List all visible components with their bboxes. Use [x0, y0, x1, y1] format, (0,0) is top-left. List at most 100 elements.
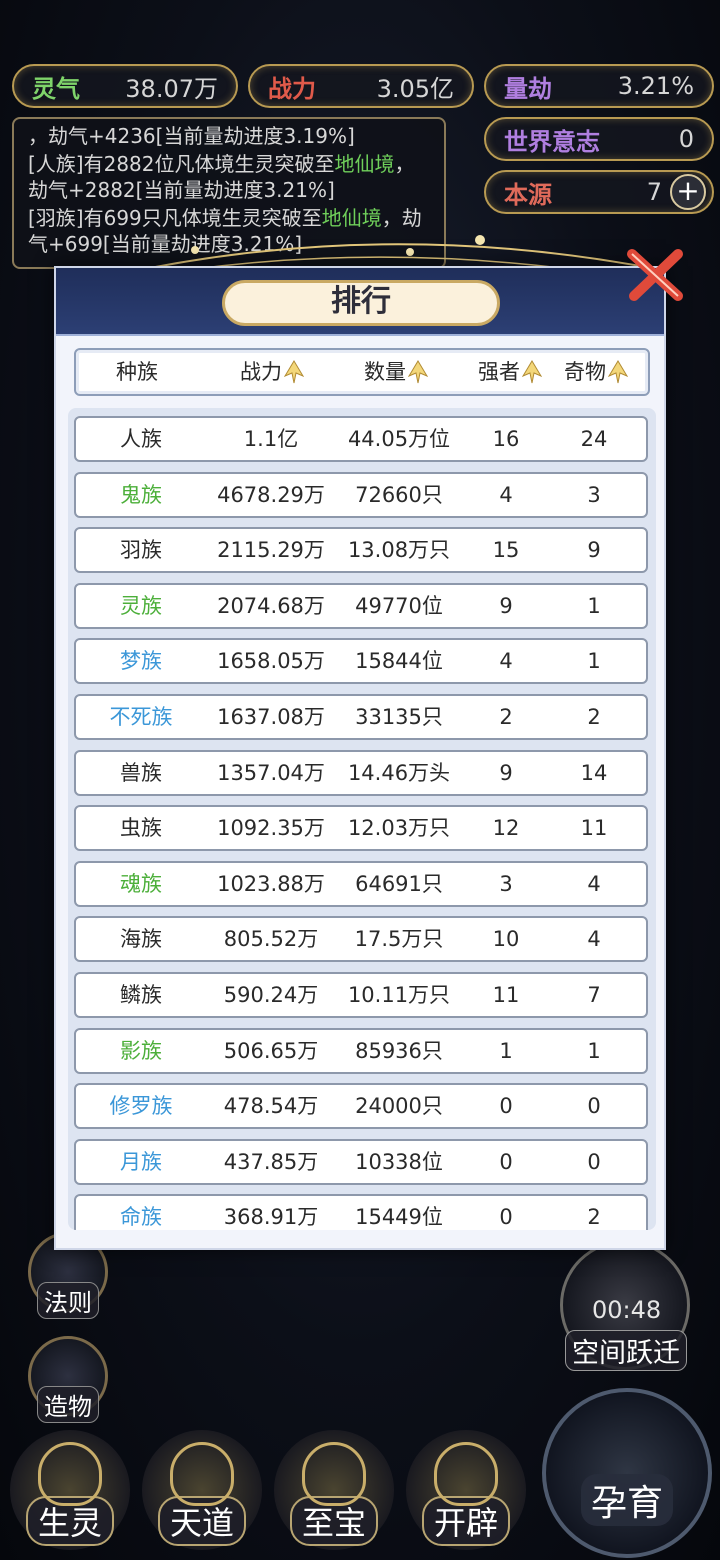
table-row[interactable]: 海族 805.52万 17.5万只 10 4: [74, 916, 648, 963]
close-icon[interactable]: [624, 244, 688, 308]
count-cell: 49770位: [355, 593, 443, 618]
ranking-modal: 排行 种族 战力 数量 强者 奇物 人族 1.1亿 44.05万位 16 24 鬼族 467…: [54, 266, 666, 1250]
items-cell: 0: [587, 1149, 601, 1174]
liangjie-value: 3.21%: [617, 72, 694, 100]
liangjie-label: 量劫: [504, 73, 552, 103]
zhanli-value: 3.05亿: [376, 74, 454, 103]
zhanli-label: 战力: [268, 73, 316, 103]
col-power-header[interactable]: 战力: [240, 350, 304, 394]
zhanli-stat: 战力 3.05亿: [248, 64, 474, 108]
modal-title: 排行: [222, 280, 500, 326]
nav-zhibao[interactable]: 至宝: [274, 1430, 394, 1550]
power-cell: 1658.05万: [217, 649, 325, 674]
col-items-header[interactable]: 奇物: [564, 350, 628, 394]
table-row[interactable]: 人族 1.1亿 44.05万位 16 24: [74, 416, 648, 462]
lingqi-label: 灵气: [32, 73, 80, 103]
power-cell: 1357.04万: [217, 760, 325, 785]
race-cell: 修罗族: [109, 1094, 173, 1119]
flame-icon: [302, 1442, 366, 1506]
log-text: [人族]有2882位凡体境生灵突破至: [28, 152, 335, 176]
items-cell: 1: [587, 649, 601, 674]
zaowu-label: 造物: [37, 1386, 99, 1423]
power-cell: 1637.08万: [217, 705, 325, 729]
items-cell: 4: [587, 927, 601, 952]
count-cell: 15449位: [355, 1205, 443, 1230]
table-row[interactable]: 命族 368.91万 15449位 0 2: [74, 1194, 648, 1230]
strong-cell: 1: [499, 1038, 513, 1063]
strong-cell: 0: [499, 1205, 513, 1230]
zaowu-button[interactable]: 造物: [28, 1336, 108, 1423]
nav-yunyu[interactable]: 孕育: [542, 1388, 712, 1558]
race-cell: 羽族: [120, 538, 162, 563]
race-cell: 虫族: [120, 816, 162, 841]
table-row[interactable]: 灵族 2074.68万 49770位 9 1: [74, 582, 648, 629]
fazhe-label: 法则: [37, 1282, 99, 1319]
arrow-up-icon: [284, 360, 304, 384]
power-cell: 437.85万: [223, 1149, 319, 1174]
table-header: 种族 战力 数量 强者 奇物: [74, 348, 650, 396]
items-cell: 1: [587, 593, 601, 618]
power-cell: 368.91万: [223, 1205, 319, 1230]
race-cell: 不死族: [109, 705, 173, 729]
nav-yunyu-label: 孕育: [580, 1474, 673, 1526]
count-cell: 24000只: [355, 1094, 443, 1119]
table-row[interactable]: 影族 506.65万 85936只 1 1: [74, 1027, 648, 1074]
liangjie-stat[interactable]: 量劫 3.21%: [484, 64, 714, 108]
col-race-label: 种族: [116, 360, 158, 384]
race-cell: 灵族: [120, 593, 162, 618]
space-jump-label: 空间跃迁: [565, 1330, 687, 1371]
nav-tiandao[interactable]: 天道: [142, 1430, 262, 1550]
benyuan-label: 本源: [504, 179, 552, 209]
table-row[interactable]: 月族 437.85万 10338位 0 0: [74, 1138, 648, 1185]
items-cell: 24: [580, 427, 608, 451]
col-items-label: 奇物: [564, 360, 606, 384]
items-cell: 2: [587, 1205, 601, 1230]
col-count-header[interactable]: 数量: [364, 350, 428, 394]
items-cell: 3: [587, 482, 601, 507]
shijie-yizhi-label: 世界意志: [504, 126, 600, 156]
count-cell: 10.11万只: [347, 983, 451, 1007]
power-cell: 1023.88万: [217, 871, 325, 896]
race-cell: 月族: [120, 1149, 162, 1174]
col-strong-header[interactable]: 强者: [478, 350, 542, 394]
arrow-up-icon: [522, 360, 542, 384]
table-body[interactable]: 人族 1.1亿 44.05万位 16 24 鬼族 4678.29万 72660只 4 3 羽族 2 1 1…: [68, 408, 656, 1230]
table-row[interactable]: 鳞族 590.24万 10.11万只 11 7: [74, 972, 648, 1018]
strong-cell: 0: [499, 1149, 513, 1174]
table-row[interactable]: 梦族 1658.05万 15844位 4 1: [74, 638, 648, 685]
items-cell: 0: [587, 1094, 601, 1119]
items-cell: 9: [587, 538, 601, 563]
col-race-header[interactable]: 种族: [116, 350, 158, 394]
count-cell: 13.08万只: [347, 538, 451, 563]
count-cell: 14.46万头: [347, 760, 451, 785]
table-row[interactable]: 修罗族 478.54万 24000只 0 0: [74, 1083, 648, 1130]
table-row[interactable]: 魂族 1023.88万 64691只 3 4: [74, 860, 648, 907]
strong-cell: 15: [492, 538, 520, 563]
log-line: [人族]有2882位凡体境生灵突破至地仙境，劫气+2882[当前量劫进度3.21…: [28, 151, 430, 203]
power-cell: 506.65万: [223, 1038, 319, 1063]
count-cell: 12.03万只: [347, 816, 451, 841]
count-cell: 15844位: [355, 649, 443, 674]
log-text: ，劫气+4236[当前量劫进度3.19%]: [28, 124, 355, 148]
benyuan-stat: 本源 7 +: [484, 170, 714, 214]
table-row[interactable]: 兽族 1357.04万 14.46万头 9 14: [74, 749, 648, 796]
table-row[interactable]: 不死族 1637.08万 33135只 2 2: [74, 694, 648, 740]
race-cell: 梦族: [120, 649, 162, 674]
table-row[interactable]: 虫族 1092.35万 12.03万只 12 11: [74, 805, 648, 852]
lotus-icon: [434, 1442, 498, 1506]
items-cell: 7: [587, 983, 601, 1007]
col-power-label: 战力: [240, 360, 282, 384]
power-cell: 478.54万: [223, 1094, 319, 1119]
race-cell: 兽族: [120, 760, 162, 785]
table-row[interactable]: 鬼族 4678.29万 72660只 4 3: [74, 471, 648, 518]
arrow-up-icon: [608, 360, 628, 384]
space-jump-timer: 00:48: [592, 1296, 662, 1324]
shijie-yizhi-stat[interactable]: 世界意志 0: [484, 117, 714, 161]
table-row[interactable]: 羽族 2115.29万 13.08万只 15 9: [74, 527, 648, 574]
nav-kaipi[interactable]: 开辟: [406, 1430, 526, 1550]
plus-icon[interactable]: +: [670, 174, 706, 210]
log-highlight: 地仙境: [334, 152, 395, 176]
nav-shengling[interactable]: 生灵: [10, 1430, 130, 1550]
items-cell: 4: [587, 871, 601, 896]
strong-cell: 4: [499, 649, 513, 674]
